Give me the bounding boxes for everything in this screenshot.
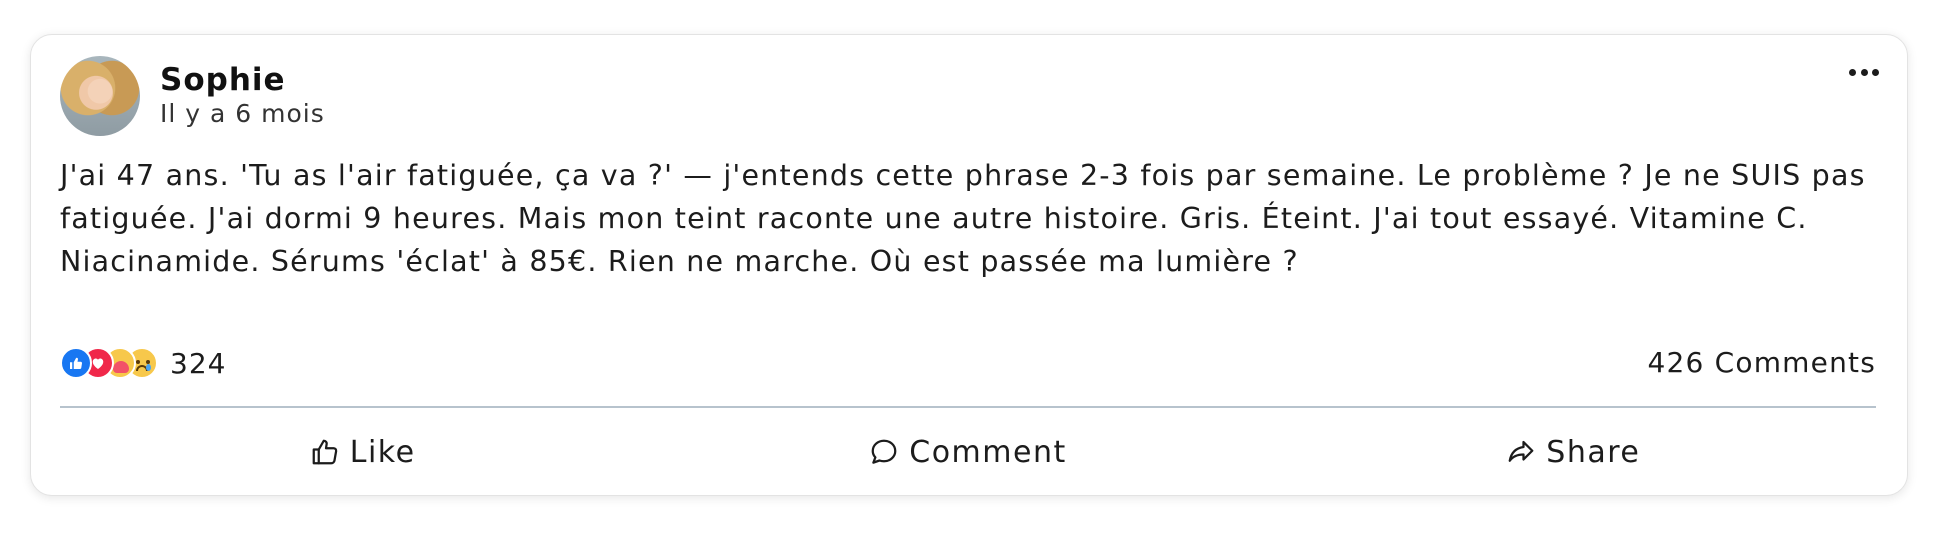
post-card: Sophie Il y a 6 mois J'ai 47 ans. 'Tu as… <box>30 34 1908 496</box>
share-button[interactable]: Share <box>1271 421 1876 483</box>
post-text: J'ai 47 ans. 'Tu as l'air fatiguée, ça v… <box>60 159 1866 278</box>
dot <box>1860 68 1868 76</box>
like-button[interactable]: Like <box>60 421 665 483</box>
post-meta: Sophie Il y a 6 mois <box>160 62 325 130</box>
sad-tear <box>146 364 151 371</box>
share-arrow-icon <box>1508 440 1534 462</box>
author-name[interactable]: Sophie <box>160 62 325 98</box>
divider <box>60 406 1876 408</box>
reaction-count: 324 <box>170 346 227 380</box>
dot <box>1849 68 1856 76</box>
post-header: Sophie Il y a 6 mois <box>60 55 325 137</box>
post-timestamp[interactable]: Il y a 6 mois <box>160 98 325 130</box>
action-bar: Like Comment Share <box>60 421 1876 483</box>
thumbs-up-icon <box>312 439 338 465</box>
sad-eye <box>136 360 140 364</box>
like-icon <box>60 347 92 379</box>
reactions-summary[interactable]: 324 <box>60 346 226 380</box>
avatar[interactable] <box>60 56 140 136</box>
speech-bubble-icon <box>871 439 897 464</box>
dot <box>1872 68 1879 76</box>
comments-count[interactable]: 426 Comments <box>1647 346 1876 380</box>
like-label: Like <box>349 434 416 470</box>
comment-button[interactable]: Comment <box>665 421 1270 483</box>
care-heart <box>113 361 129 373</box>
more-options-icon[interactable] <box>1849 65 1879 79</box>
share-label: Share <box>1546 434 1641 470</box>
comment-label: Comment <box>909 434 1067 470</box>
